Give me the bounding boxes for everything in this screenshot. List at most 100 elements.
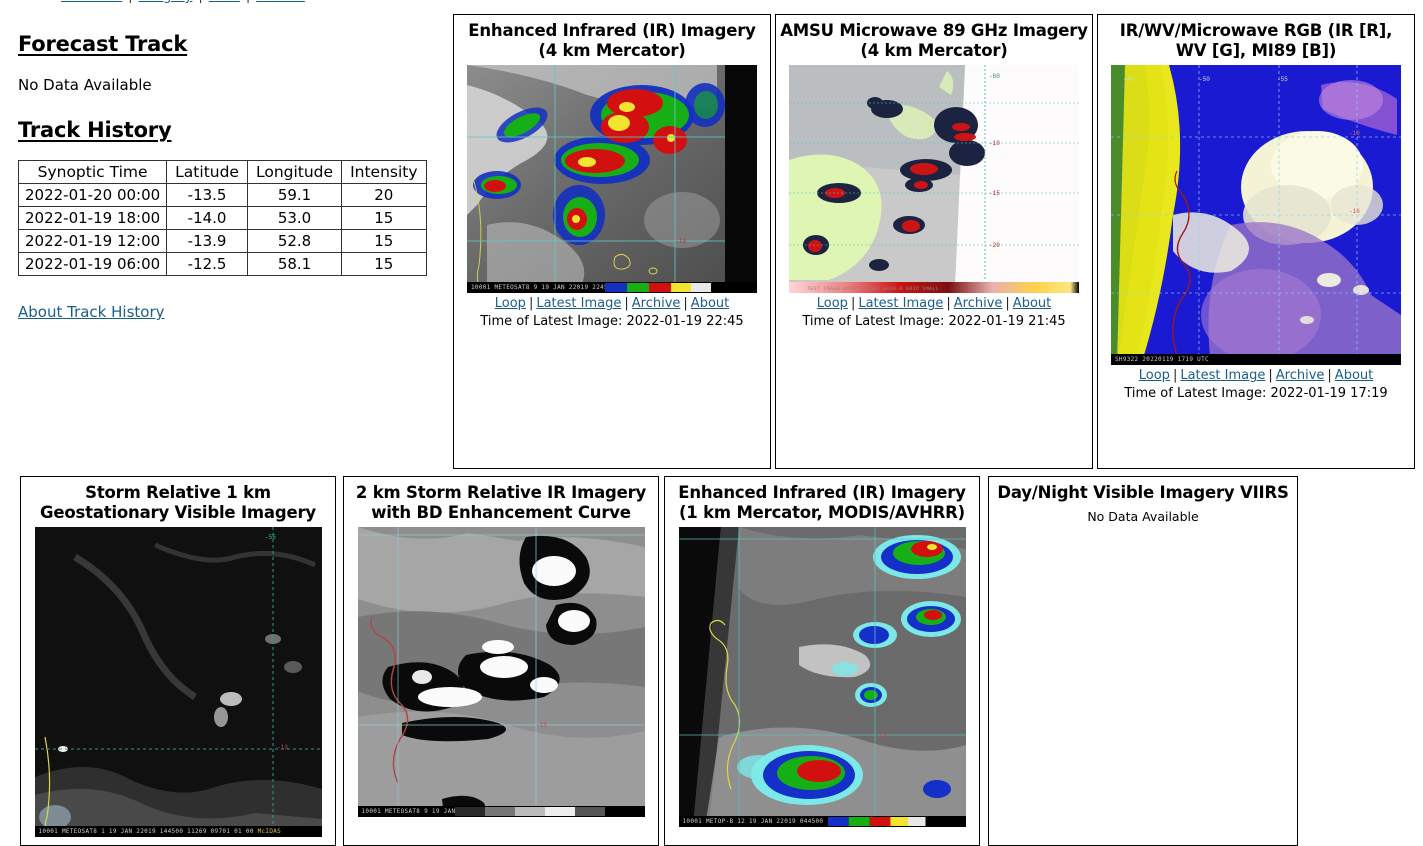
- panel-title: Enhanced Infrared (IR) Imagery (1 km Mer…: [678, 483, 966, 523]
- panel-enhanced-ir-4km: Enhanced Infrared (IR) Imagery (4 km Mer…: [453, 14, 771, 469]
- rgb-links: Loop | Latest Image | Archive | About: [1098, 365, 1414, 385]
- topnav-link-2[interactable]: Data: [209, 0, 240, 3]
- forecast-track-nodata: No Data Available: [18, 76, 152, 94]
- table-header-row: Synoptic Time Latitude Longitude Intensi…: [17, 160, 427, 184]
- loop-link[interactable]: Loop: [495, 296, 526, 311]
- archive-link[interactable]: Archive: [1276, 368, 1325, 383]
- svg-text:TEST IMAGE AMSU 89 GHz SCA: TEST IMAGE AMSU 89 GHz SCAN-B GRID SMALL: [807, 286, 939, 292]
- link-separator: |: [946, 296, 951, 312]
- cell-longitude: 59.1: [246, 183, 343, 207]
- panel-enhanced-ir-1km: Enhanced Infrared (IR) Imagery (1 km Mer…: [664, 476, 980, 846]
- panel-title: Storm Relative 1 km Geostationary Visibl…: [40, 483, 316, 523]
- link-separator: |: [1005, 296, 1010, 312]
- top-nav-strip: Overview | Imagery | Data | Archive: [0, 0, 1423, 3]
- track-history-heading: Track History: [18, 118, 172, 142]
- cell-longitude: 58.1: [246, 252, 343, 276]
- cell-synoptic-time: 2022-01-19 18:00: [17, 206, 168, 230]
- latest-image-link[interactable]: Latest Image: [1180, 368, 1265, 383]
- column-header-synoptic-time: Synoptic Time: [17, 160, 168, 184]
- svg-text:-13: -13: [277, 744, 288, 751]
- ir-4km-time-label: Time of Latest Image: 2022-01-19 22:45: [480, 313, 744, 329]
- table-row: 2022-01-20 00:00 -13.5 59.1 20: [17, 183, 427, 207]
- panel-title: Enhanced Infrared (IR) Imagery (4 km Mer…: [468, 21, 756, 61]
- loop-link[interactable]: Loop: [1139, 368, 1170, 383]
- svg-text:-55: -55: [265, 534, 276, 541]
- cell-latitude: -14.0: [166, 206, 248, 230]
- column-header-intensity: Intensity: [341, 160, 427, 184]
- cell-intensity: 15: [341, 206, 427, 230]
- about-link[interactable]: About: [1013, 296, 1051, 311]
- amsu-color-bar: TEST IMAGE AMSU 89 GHz SCAN-B GRID SMALL: [789, 282, 1079, 294]
- topnav-separator: |: [246, 0, 250, 3]
- svg-text:-15: -15: [989, 190, 1000, 197]
- svg-text:-10: -10: [1349, 130, 1360, 137]
- ir-4km-satellite-image[interactable]: -13 10001 METEOSAT8 9 19 JAN 22019 22450…: [467, 65, 757, 294]
- table-row: 2022-01-19 06:00 -12.5 58.1 15: [17, 252, 427, 276]
- panel-title: IR/WV/Microwave RGB (IR [R], WV [G], MI8…: [1119, 21, 1393, 61]
- cell-synoptic-time: 2022-01-19 06:00: [17, 252, 168, 276]
- ir-4km-color-bar: [605, 283, 755, 293]
- cell-longitude: 52.8: [246, 229, 343, 253]
- about-track-history-link[interactable]: About Track History: [18, 303, 165, 321]
- loop-link[interactable]: Loop: [817, 296, 848, 311]
- topnav-link-1[interactable]: Imagery: [139, 0, 193, 3]
- cell-intensity: 15: [341, 252, 427, 276]
- latest-image-link[interactable]: Latest Image: [858, 296, 943, 311]
- panel-title: Day/Night Visible Imagery VIIRS: [997, 483, 1289, 502]
- cell-intensity: 20: [341, 183, 427, 207]
- ir-1km-color-bar: [827, 817, 948, 827]
- link-separator: |: [624, 296, 629, 312]
- topnav-separator: |: [128, 0, 132, 3]
- ir-4km-links: Loop | Latest Image | Archive | About: [454, 293, 770, 313]
- column-header-longitude: Longitude: [246, 160, 343, 184]
- panel-title: AMSU Microwave 89 GHz Imagery (4 km Merc…: [780, 21, 1088, 61]
- rgb-satellite-image[interactable]: -45 -50 -55 -10 -16 SH9322 20220119 1719…: [1111, 65, 1401, 366]
- svg-text:-55: -55: [1277, 76, 1288, 83]
- svg-text:-20: -20: [989, 242, 1000, 249]
- panel-storm-relative-ir-bd: 2 km Storm Relative IR Imagery with BD E…: [343, 476, 659, 846]
- svg-text:-13: -13: [536, 722, 547, 729]
- panel-title: 2 km Storm Relative IR Imagery with BD E…: [355, 483, 647, 523]
- cell-latitude: -13.9: [166, 229, 248, 253]
- panel-amsu-microwave-89ghz: AMSU Microwave 89 GHz Imagery (4 km Merc…: [775, 14, 1093, 469]
- amsu-89ghz-satellite-image[interactable]: -60 -10 -15 -20 TEST IMAGE AMSU 89 GHz S…: [789, 65, 1079, 294]
- viirs-nodata-label: No Data Available: [1087, 509, 1199, 525]
- cell-synoptic-time: 2022-01-20 00:00: [17, 183, 168, 207]
- rgb-time-label: Time of Latest Image: 2022-01-19 17:19: [1124, 385, 1388, 401]
- storm-relative-visible-image[interactable]: -55 -13 10001 METEOSAT8 1 19 JAN 22019 1…: [34, 527, 322, 838]
- link-separator: |: [1172, 368, 1178, 384]
- link-separator: |: [528, 296, 534, 312]
- rgb-overlay-text: SH9322 20220119 1719 UTC: [1111, 354, 1401, 366]
- svg-text:-13: -13: [675, 238, 686, 245]
- table-row: 2022-01-19 18:00 -14.0 53.0 15: [17, 206, 427, 230]
- table-row: 2022-01-19 12:00 -13.9 52.8 15: [17, 229, 427, 253]
- about-link[interactable]: About: [1335, 368, 1373, 383]
- cell-intensity: 15: [341, 229, 427, 253]
- panel-storm-relative-visible: Storm Relative 1 km Geostationary Visibl…: [20, 476, 336, 846]
- link-separator: |: [850, 296, 856, 312]
- archive-link[interactable]: Archive: [954, 296, 1003, 311]
- svg-text:-13: -13: [875, 732, 886, 739]
- link-separator: |: [1268, 368, 1273, 384]
- topnav-link-0[interactable]: Overview: [61, 0, 122, 3]
- archive-link[interactable]: Archive: [632, 296, 681, 311]
- forecast-track-heading: Forecast Track: [18, 32, 188, 56]
- ir-1km-satellite-image[interactable]: -13 10001 METOP-B 12 19 JAN 22019 044500…: [678, 527, 966, 828]
- latest-image-link[interactable]: Latest Image: [536, 296, 621, 311]
- svg-text:-10: -10: [989, 140, 1000, 147]
- cell-synoptic-time: 2022-01-19 12:00: [17, 229, 168, 253]
- topnav-link-3[interactable]: Archive: [256, 0, 305, 3]
- track-info-column: Forecast Track No Data Available Track H…: [0, 16, 440, 468]
- link-separator: |: [683, 296, 688, 312]
- about-link[interactable]: About: [691, 296, 729, 311]
- svg-text:-45: -45: [1123, 76, 1134, 83]
- svg-text:-60: -60: [989, 73, 1000, 80]
- storm-relative-ir-bd-image[interactable]: -13 10001 METEOSAT8 9 19 JAN 22019 22450…: [357, 527, 645, 818]
- cell-latitude: -12.5: [166, 252, 248, 276]
- cell-longitude: 53.0: [246, 206, 343, 230]
- svg-text:-50: -50: [1199, 76, 1210, 83]
- svg-text:-16: -16: [1349, 208, 1360, 215]
- track-history-table: Synoptic Time Latitude Longitude Intensi…: [17, 160, 427, 276]
- panel-day-night-visible-viirs: Day/Night Visible Imagery VIIRS No Data …: [988, 476, 1298, 846]
- column-header-latitude: Latitude: [166, 160, 248, 184]
